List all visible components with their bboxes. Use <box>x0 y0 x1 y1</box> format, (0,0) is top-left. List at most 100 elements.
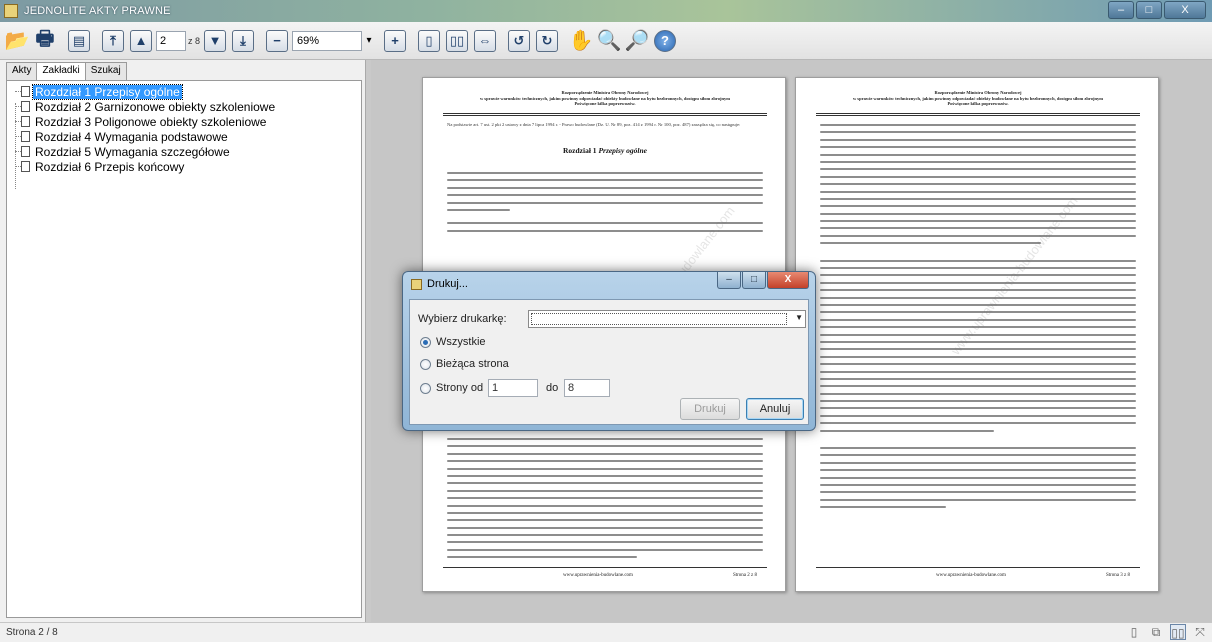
print-dialog: Drukuj... – □ X Wybierz drukarkę: ▼ Wszy… <box>402 271 816 431</box>
tree-item-rozdzial-2[interactable]: Rozdział 2 Garnizonowe obiekty szkolenio… <box>21 99 277 114</box>
document-icon <box>21 161 30 172</box>
printer-label: Wybierz drukarkę: <box>418 313 507 325</box>
tab-szukaj[interactable]: Szukaj <box>84 62 127 80</box>
tree-item-label: Rozdział 4 Wymagania podstawowe <box>35 129 228 144</box>
left-panel: Akty Zakładki Szukaj Rozdział 1 Przepisy… <box>0 60 366 622</box>
zoom-tool-plus-icon: 🔎 <box>624 30 650 52</box>
footer-url: www.uprawnienia-budowlane.com <box>936 573 1006 578</box>
printer-select[interactable]: ▼ <box>528 310 806 328</box>
print-button[interactable]: Drukuj <box>680 398 740 420</box>
dialog-body: Wybierz drukarkę: ▼ Wszystkie Bieżąca st… <box>409 299 809 425</box>
intro-text: Na podstawie art. 7 ust. 2 pkt 2 ustawy … <box>447 122 741 127</box>
close-button[interactable]: X <box>1164 1 1206 19</box>
body-text-lower <box>447 438 763 564</box>
panel-tabs: Akty Zakładki Szukaj <box>6 62 127 81</box>
continuous-view-icon[interactable]: ⧉ <box>1148 624 1164 640</box>
zoom-in-icon: + <box>384 29 406 52</box>
radio-label: Wszystkie <box>436 336 486 348</box>
maximize-button[interactable]: □ <box>1136 1 1162 19</box>
zoom-in-button[interactable]: + <box>382 28 408 54</box>
help-button[interactable]: ? <box>652 28 678 54</box>
document-icon <box>21 86 30 97</box>
zoom-select[interactable] <box>292 30 362 51</box>
tree-item-rozdzial-6[interactable]: Rozdział 6 Przepis końcowy <box>21 160 186 174</box>
radio-button[interactable] <box>420 358 431 370</box>
chevron-down-icon[interactable]: ▼ <box>795 313 803 322</box>
footer-page-number: Strona 3 z 8 <box>1105 573 1130 578</box>
last-page-button[interactable]: ⤓ <box>230 28 256 54</box>
page-view-icon: ▤ <box>68 29 90 52</box>
hand-tool-icon: ✋ <box>568 30 594 52</box>
document-icon <box>21 101 30 112</box>
tree-item-rozdzial-3[interactable]: Rozdział 3 Poligonowe obiekty szkoleniow… <box>21 115 268 129</box>
toolbar: 📂 🖶 ▤ ⤒ ▲ z 8 ▼ ⤓ − ▾ + ▯ ▯▯ ⇔ ↺ ↻ ✋ 🔍 🔎… <box>0 22 1212 60</box>
range-to-input[interactable] <box>564 379 610 397</box>
rotate-left-button[interactable]: ↺ <box>506 28 532 54</box>
document-page-3: Rozporządzenie Ministra Obrony Narodowej… <box>795 77 1159 592</box>
document-icon <box>21 146 30 157</box>
fullscreen-view-icon[interactable]: ⤧ <box>1192 624 1208 640</box>
page-header: Rozporządzenie Ministra Obrony Narodowej… <box>443 90 767 107</box>
single-page-icon: ▯ <box>418 29 440 52</box>
footer-rule <box>816 567 1140 568</box>
zoom-tool-button[interactable]: 🔍 <box>596 28 622 54</box>
dialog-close-button[interactable]: X <box>767 272 809 289</box>
first-page-icon: ⤒ <box>102 29 124 52</box>
view-mode-buttons: ▯ ⧉ ▯▯ ⤧ <box>1126 624 1208 640</box>
open-button[interactable]: 📂 <box>4 28 30 54</box>
single-page-button[interactable]: ▯ <box>416 28 442 54</box>
radio-button[interactable] <box>420 382 431 394</box>
minimize-button[interactable]: – <box>1108 1 1134 19</box>
radio-page-range[interactable]: Strony od <box>420 382 483 394</box>
next-page-icon: ▼ <box>204 29 226 52</box>
radio-all-pages[interactable]: Wszystkie <box>420 336 486 348</box>
rotate-left-icon: ↺ <box>508 29 530 52</box>
dialog-maximize-button[interactable]: □ <box>742 272 766 289</box>
tree-item-rozdzial-4[interactable]: Rozdział 4 Wymagania podstawowe <box>21 129 230 144</box>
print-button[interactable]: 🖶 <box>32 28 58 54</box>
radio-label: Bieżąca strona <box>436 358 509 370</box>
tab-akty[interactable]: Akty <box>6 62 38 80</box>
first-page-button[interactable]: ⤒ <box>100 28 126 54</box>
radio-current-page[interactable]: Bieżąca strona <box>420 358 509 370</box>
zoom-tool-plus-button[interactable]: 🔎 <box>624 28 650 54</box>
help-icon: ? <box>654 29 676 52</box>
zoom-dropdown-icon[interactable]: ▾ <box>362 35 376 46</box>
header-line: Poświęcone kilka poprzewozów. <box>947 101 1009 106</box>
hand-tool-button[interactable]: ✋ <box>568 28 594 54</box>
tree-item-rozdzial-5[interactable]: Rozdział 5 Wymagania szczegółowe <box>21 145 232 159</box>
window-title: JEDNOLITE AKTY PRAWNE <box>24 5 171 17</box>
page-header: Rozporządzenie Ministra Obrony Narodowej… <box>816 90 1140 107</box>
footer-url: www.uprawnienia-budowlane.com <box>563 573 633 578</box>
radio-button[interactable] <box>420 336 431 348</box>
rotate-right-icon: ↻ <box>536 29 558 52</box>
total-pages-label: z 8 <box>188 35 201 46</box>
rotate-right-button[interactable]: ↻ <box>534 28 560 54</box>
zoom-out-button[interactable]: − <box>264 28 290 54</box>
tree-item-label: Rozdział 1 Przepisy ogólne <box>32 83 183 100</box>
two-page-view-icon[interactable]: ▯▯ <box>1170 624 1186 640</box>
cancel-button[interactable]: Anuluj <box>746 398 804 420</box>
fit-width-button[interactable]: ⇔ <box>472 28 498 54</box>
tree-item-label: Rozdział 2 Garnizonowe obiekty szkolenio… <box>35 99 276 114</box>
header-line: Poświęcone kilka poprzewozów. <box>574 101 636 106</box>
title-bar: JEDNOLITE AKTY PRAWNE – □ X <box>0 0 1212 22</box>
window-controls: – □ X <box>1108 1 1206 19</box>
tree-item-rozdzial-1[interactable]: Rozdział 1 Przepisy ogólne <box>21 83 183 100</box>
bookmarks-tree: Rozdział 1 Przepisy ogólne Rozdział 2 Ga… <box>6 80 362 618</box>
dialog-minimize-button[interactable]: – <box>717 272 741 289</box>
next-page-button[interactable]: ▼ <box>202 28 228 54</box>
range-from-input[interactable] <box>488 379 538 397</box>
radio-label: Strony od <box>436 382 484 394</box>
page-number-input[interactable] <box>156 30 186 51</box>
page-view-button[interactable]: ▤ <box>66 28 92 54</box>
prev-page-button[interactable]: ▲ <box>128 28 154 54</box>
tab-zakladki[interactable]: Zakładki <box>36 62 86 81</box>
range-to-label: do <box>546 382 559 394</box>
single-page-view-icon[interactable]: ▯ <box>1126 624 1142 640</box>
app-icon <box>4 4 18 18</box>
footer-page-number: Strona 2 z 8 <box>732 573 757 578</box>
two-page-button[interactable]: ▯▯ <box>444 28 470 54</box>
dialog-window-controls: – □ X <box>717 272 809 289</box>
dialog-title-bar: Drukuj... <box>411 278 468 290</box>
